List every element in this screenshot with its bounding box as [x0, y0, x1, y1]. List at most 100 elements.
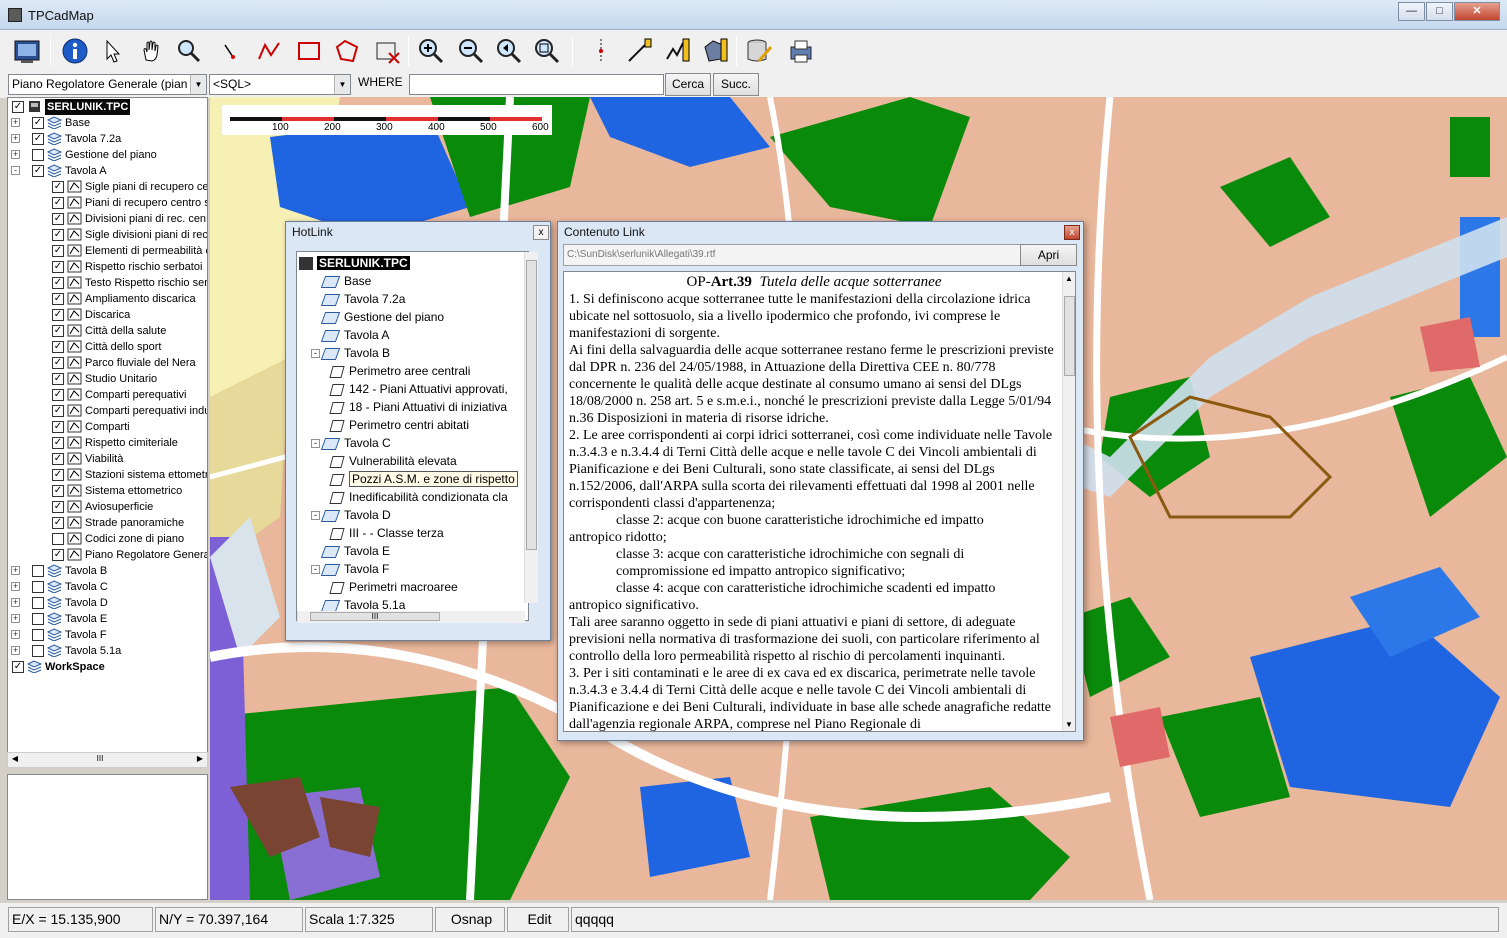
- layer-checkbox[interactable]: ✓: [52, 181, 64, 193]
- layer-checkbox[interactable]: [32, 565, 44, 577]
- rtf-vertical-scrollbar[interactable]: ▲ ▼: [1062, 272, 1075, 731]
- hotlink-group-item[interactable]: - Tavola C: [311, 434, 391, 452]
- zoom-in-icon[interactable]: [414, 34, 448, 68]
- tree-layer-item[interactable]: ✓ Discarica: [8, 307, 207, 323]
- file-path-field[interactable]: C:\SunDisk\serlunik\Allegati\39.rtf: [563, 244, 1021, 266]
- layer-checkbox[interactable]: ✓: [52, 549, 64, 561]
- layer-checkbox[interactable]: ✓: [52, 421, 64, 433]
- sql-select[interactable]: <SQL> ▼: [209, 74, 351, 95]
- layer-checkbox[interactable]: ✓: [52, 453, 64, 465]
- hotlink-layer-item[interactable]: Perimetri macroaree: [329, 578, 458, 596]
- layer-checkbox[interactable]: ✓: [52, 197, 64, 209]
- delete-area-icon[interactable]: [370, 34, 404, 68]
- expand-icon[interactable]: +: [11, 614, 20, 623]
- tree-layer-item[interactable]: ✓ Comparti perequativi indu: [8, 403, 207, 419]
- tree-group-item[interactable]: + Tavola D: [8, 595, 207, 611]
- tree-layer-item[interactable]: ✓ Piano Regolatore General: [8, 547, 207, 563]
- hotlink-layer-item[interactable]: 18 - Piani Attuativi di iniziativa: [329, 398, 507, 416]
- tree-layer-item[interactable]: ✓ Sigle divisioni piani di rec.: [8, 227, 207, 243]
- zoom-previous-icon[interactable]: [492, 34, 526, 68]
- layer-checkbox[interactable]: ✓: [32, 165, 44, 177]
- zoom-out-icon[interactable]: [454, 34, 488, 68]
- database-edit-icon[interactable]: [742, 34, 776, 68]
- tree-horizontal-scrollbar[interactable]: ◀ III ▶: [7, 752, 208, 768]
- rtf-content[interactable]: OP-Art.39 Tutela delle acque sotterranee…: [563, 271, 1076, 732]
- tree-layer-item[interactable]: ✓ Piani di recupero centro s: [8, 195, 207, 211]
- pointer-icon[interactable]: [96, 34, 130, 68]
- cerca-button[interactable]: Cerca: [665, 73, 711, 96]
- tree-layer-item[interactable]: ✓ Città della salute: [8, 323, 207, 339]
- measure-area-icon[interactable]: [698, 34, 732, 68]
- layer-checkbox[interactable]: ✓: [52, 309, 64, 321]
- close-icon[interactable]: x: [533, 225, 549, 240]
- layer-checkbox[interactable]: ✓: [52, 405, 64, 417]
- hotlink-group-item[interactable]: Gestione del piano: [311, 308, 444, 326]
- tree-layer-item[interactable]: ✓ Sistema ettometrico: [8, 483, 207, 499]
- hotlink-group-item[interactable]: Tavola 7.2a: [311, 290, 405, 308]
- hotlink-layer-item[interactable]: Perimetro aree centrali: [329, 362, 470, 380]
- expand-icon[interactable]: +: [11, 118, 20, 127]
- polygon-select-icon[interactable]: [330, 34, 364, 68]
- info-icon[interactable]: [58, 34, 92, 68]
- tree-layer-item[interactable]: Codici zone di piano: [8, 531, 207, 547]
- layer-checkbox[interactable]: ✓: [52, 325, 64, 337]
- chevron-up-icon[interactable]: ▲: [1065, 274, 1073, 283]
- tree-group-item[interactable]: + Tavola 5.1a: [8, 643, 207, 659]
- tree-layer-item[interactable]: ✓ Divisioni piani di rec. cen.: [8, 211, 207, 227]
- tree-layer-item[interactable]: ✓ Viabilità: [8, 451, 207, 467]
- point-tool-icon[interactable]: [212, 34, 246, 68]
- layer-checkbox[interactable]: [32, 613, 44, 625]
- layer-checkbox[interactable]: ✓: [52, 213, 64, 225]
- layer-checkbox[interactable]: ✓: [52, 501, 64, 513]
- tree-layer-item[interactable]: ✓ Comparti: [8, 419, 207, 435]
- chevron-down-icon[interactable]: ▼: [1065, 720, 1073, 729]
- tree-layer-item[interactable]: ✓ Stazioni sistema ettometri: [8, 467, 207, 483]
- expand-icon[interactable]: +: [11, 598, 20, 607]
- layer-checkbox[interactable]: ✓: [32, 133, 44, 145]
- layer-checkbox[interactable]: ✓: [52, 277, 64, 289]
- hotlink-group-item[interactable]: Base: [311, 272, 371, 290]
- layer-checkbox[interactable]: ✓: [32, 117, 44, 129]
- tree-layer-item[interactable]: ✓ Ampliamento discarica: [8, 291, 207, 307]
- tree-group-item[interactable]: + Tavola B: [8, 563, 207, 579]
- apri-button[interactable]: Apri: [1020, 244, 1077, 266]
- pan-hand-icon[interactable]: [134, 34, 168, 68]
- layer-checkbox[interactable]: ✓: [12, 661, 24, 673]
- hscroll-thumb[interactable]: III: [310, 612, 440, 621]
- layer-checkbox[interactable]: ✓: [52, 485, 64, 497]
- collapse-icon[interactable]: -: [311, 511, 320, 521]
- layer-checkbox[interactable]: ✓: [52, 229, 64, 241]
- layer-checkbox[interactable]: ✓: [52, 437, 64, 449]
- close-button[interactable]: ✕: [1454, 2, 1500, 21]
- tree-layer-item[interactable]: ✓ Comparti perequativi: [8, 387, 207, 403]
- layer-checkbox[interactable]: ✓: [52, 245, 64, 257]
- hotlink-layer-item[interactable]: III - - Classe terza: [329, 524, 444, 542]
- tree-root[interactable]: ✓ SERLUNIK.TPC: [8, 99, 207, 115]
- measure-distance-icon[interactable]: [622, 34, 656, 68]
- zoom-icon[interactable]: [172, 34, 206, 68]
- expand-icon[interactable]: +: [11, 566, 20, 575]
- minimize-button[interactable]: —: [1398, 2, 1425, 21]
- hotlink-layer-item[interactable]: Vulnerabilità elevata: [329, 452, 457, 470]
- command-line[interactable]: qqqqq: [571, 907, 1499, 932]
- layer-checkbox[interactable]: [52, 533, 64, 545]
- hotlink-group-item[interactable]: - Tavola D: [311, 506, 391, 524]
- osnap-toggle[interactable]: Osnap: [435, 907, 505, 932]
- zoom-extent-icon[interactable]: [530, 34, 564, 68]
- tree-group-item[interactable]: + ✓ Base: [8, 115, 207, 131]
- hotlink-layer-item[interactable]: Pozzi A.S.M. e zone di rispetto: [329, 470, 518, 488]
- layer-checkbox[interactable]: [32, 581, 44, 593]
- close-icon[interactable]: x: [1064, 225, 1080, 240]
- tree-group-item[interactable]: + Tavola E: [8, 611, 207, 627]
- tree-layer-item[interactable]: ✓ Testo Rispetto rischio ser: [8, 275, 207, 291]
- hotlink-horizontal-scrollbar[interactable]: III: [297, 611, 525, 623]
- tree-layer-item[interactable]: ✓ Rispetto rischio serbatoi: [8, 259, 207, 275]
- tree-layer-item[interactable]: ✓ Città dello sport: [8, 339, 207, 355]
- tree-group-item[interactable]: + Gestione del piano: [8, 147, 207, 163]
- tree-layer-item[interactable]: ✓ Sigle piani di recupero ce: [8, 179, 207, 195]
- map-view-icon[interactable]: [10, 34, 44, 68]
- maximize-button[interactable]: □: [1426, 2, 1453, 21]
- chevron-down-icon[interactable]: ▼: [334, 75, 350, 94]
- where-input[interactable]: [409, 74, 664, 95]
- collapse-icon[interactable]: -: [311, 349, 320, 359]
